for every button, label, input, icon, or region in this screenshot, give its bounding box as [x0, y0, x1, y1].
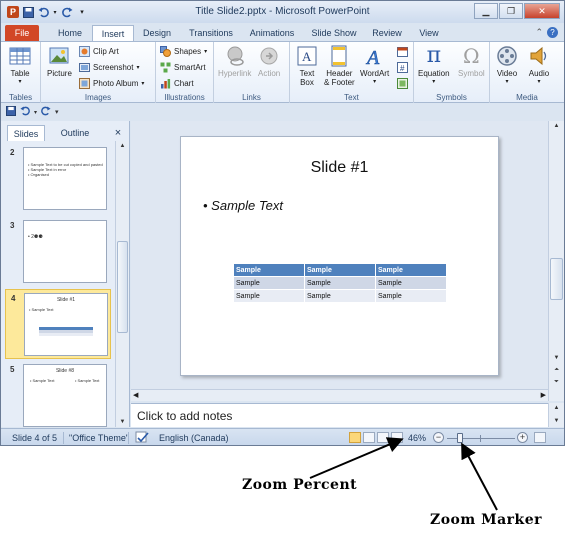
zoom-marker-annotation: Zoom Marker [430, 512, 543, 528]
annotation-arrows [309, 437, 498, 511]
zoom-percent-arrow [309, 437, 404, 479]
zoom-percent-annotation: Zoom Percent [242, 477, 358, 493]
zoom-marker-arrow [461, 442, 498, 511]
